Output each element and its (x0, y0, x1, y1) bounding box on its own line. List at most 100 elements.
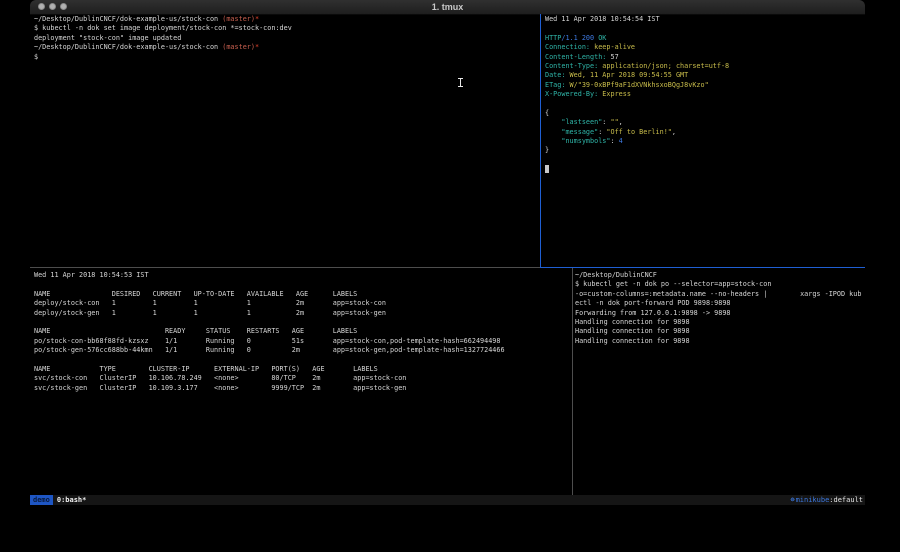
terminal-line: Forwarding from 127.0.0.1:9898 -> 9898 (575, 309, 863, 318)
terminal-line: deploy/stock-gen 1 1 1 1 2m app=stock-ge… (34, 309, 564, 318)
terminal-line: ectl -n dok port-forward POD 9898:9898 (575, 299, 863, 308)
terminal-line: NAME READY STATUS RESTARTS AGE LABELS (34, 327, 564, 336)
window-titlebar[interactable]: 1. tmux (30, 0, 865, 15)
terminal-line: $ (34, 53, 534, 62)
active-pane-border-vertical[interactable] (540, 14, 541, 267)
terminal-line: NAME DESIRED CURRENT UP-TO-DATE AVAILABL… (34, 290, 564, 299)
terminal-line: ~/Desktop/DublinCNCF/dok-example-us/stoc… (34, 43, 534, 52)
terminal-line: Handling connection for 9898 (575, 337, 863, 346)
pane-http-response-top-right[interactable]: Wed 11 Apr 2018 10:54:54 IST HTTP/1.1 200… (545, 15, 861, 265)
terminal-text-segment: deploy/stock-gen 1 1 1 1 2m app=stock-ge… (34, 309, 386, 317)
terminal-text-segment: Wed, 11 Apr 2018 09:54:55 GMT (565, 71, 688, 79)
terminal-line (545, 165, 861, 174)
terminal-text-segment: 4 (619, 137, 623, 145)
terminal-line (545, 24, 861, 33)
terminal-text-segment: keep-alive (590, 43, 635, 51)
pane-divider-vertical-bottom[interactable] (572, 268, 573, 495)
terminal-line (34, 280, 564, 289)
terminal-text-segment: Handling connection for 9898 (575, 318, 690, 326)
terminal-line: "lastseen": "", (545, 118, 861, 127)
terminal-text-segment: ~/Desktop/DublinCNCF/dok-example-us/stoc… (34, 15, 222, 23)
terminal-text-segment: po/stock-con-bb68f88fd-kzsxz 1/1 Running… (34, 337, 501, 345)
terminal-text-segment: * (255, 43, 259, 51)
terminal-text-segment: svc/stock-con ClusterIP 10.106.78.249 <n… (34, 374, 406, 382)
terminal-text-segment (545, 137, 561, 145)
block-cursor (545, 165, 549, 173)
terminal-text-segment: "lastseen" (561, 118, 602, 126)
terminal-text-segment: W/"39-0xBPf9aF1dXVNkhsxoBQgJ8vKzo" (565, 81, 708, 89)
terminal-line: NAME TYPE CLUSTER-IP EXTERNAL-IP PORT(S)… (34, 365, 564, 374)
kube-namespace-label: :default (829, 496, 863, 504)
terminal-line: Content-Length: 57 (545, 53, 861, 62)
terminal-line: Wed 11 Apr 2018 10:54:54 IST (545, 15, 861, 24)
terminal-text-segment: po/stock-gen-576cc688bb-44kmn 1/1 Runnin… (34, 346, 505, 354)
terminal-line (545, 100, 861, 109)
terminal-text-segment: (master) (222, 43, 255, 51)
terminal-text-segment: 57 (606, 53, 618, 61)
terminal-text-segment: ETag: (545, 81, 565, 89)
mouse-ibeam-cursor-icon (458, 78, 463, 87)
session-name-badge[interactable]: demo (30, 495, 53, 505)
terminal-line: po/stock-gen-576cc688bb-44kmn 1/1 Runnin… (34, 346, 564, 355)
terminal-text-segment: Content-Type: (545, 62, 598, 70)
terminal-line: Connection: keep-alive (545, 43, 861, 52)
terminal-line: deployment "stock-con" image updated (34, 34, 534, 43)
tmux-status-bar: demo 0:bash* ☸minikube:default (30, 495, 865, 505)
pane-shell-top-left[interactable]: ~/Desktop/DublinCNCF/dok-example-us/stoc… (34, 15, 534, 265)
terminal-text-segment: * (255, 15, 259, 23)
terminal-line: "message": "Off to Berlin!", (545, 128, 861, 137)
terminal-line: ~/Desktop/DublinCNCF/dok-example-us/stoc… (34, 15, 534, 24)
terminal-text-segment: Wed 11 Apr 2018 10:54:54 IST (545, 15, 660, 23)
terminal-text-segment: ectl -n dok port-forward POD 9898:9898 (575, 299, 731, 307)
terminal-line: HTTP/1.1 200 OK (545, 34, 861, 43)
terminal-line: $ kubectl -n dok set image deployment/st… (34, 24, 534, 33)
terminal-line: -o=custom-columns=:metadata.name --no-he… (575, 290, 863, 299)
terminal-text-segment: Content-Length: (545, 53, 606, 61)
terminal-line: X-Powered-By: Express (545, 90, 861, 99)
terminal-text-segment: Forwarding from 127.0.0.1:9898 -> 9898 (575, 309, 731, 317)
terminal-text-segment: HTTP (545, 34, 561, 42)
active-pane-border-horizontal[interactable] (540, 267, 865, 268)
terminal-window: 1. tmux ~/Desktop/DublinCNCF/dok-example… (30, 0, 865, 518)
pane-divider-horizontal-left[interactable] (30, 267, 540, 268)
window-tab-label[interactable]: 0:bash* (57, 495, 87, 505)
pane-kubectl-watch-bottom-left[interactable]: Wed 11 Apr 2018 10:54:53 IST NAME DESIRED… (34, 271, 564, 491)
terminal-line: Handling connection for 9898 (575, 327, 863, 336)
terminal-text-segment: Express (598, 90, 631, 98)
kube-context-label: minikube (796, 496, 830, 504)
terminal-text-segment: $ kubectl -n dok set image deployment/st… (34, 24, 292, 32)
terminal-text-segment: $ kubectl get -n dok po --selector=app=s… (575, 280, 771, 288)
pane-port-forward-bottom-right[interactable]: ~/Desktop/DublinCNCF$ kubectl get -n dok… (575, 271, 863, 491)
terminal-text-segment: (master) (222, 15, 255, 23)
terminal-text-segment: "message" (561, 128, 598, 136)
terminal-text-segment (545, 118, 561, 126)
terminal-text-segment: Wed 11 Apr 2018 10:54:53 IST (34, 271, 149, 279)
status-bar-spacer (86, 495, 790, 505)
terminal-line (545, 156, 861, 165)
terminal-text-segment: "" (610, 118, 618, 126)
terminal-line: Content-Type: application/json; charset=… (545, 62, 861, 71)
terminal-text-segment: : (610, 137, 618, 145)
terminal-text-segment: ~/Desktop/DublinCNCF (575, 271, 657, 279)
terminal-line: Handling connection for 9898 (575, 318, 863, 327)
terminal-line: { (545, 109, 861, 118)
terminal-line: $ kubectl get -n dok po --selector=app=s… (575, 280, 863, 289)
terminal-line (34, 318, 564, 327)
terminal-text-segment: deploy/stock-con 1 1 1 1 2m app=stock-co… (34, 299, 386, 307)
terminal-line: svc/stock-con ClusterIP 10.106.78.249 <n… (34, 374, 564, 383)
terminal-text-segment: /1.1 200 (561, 34, 594, 42)
terminal-text-segment: svc/stock-gen ClusterIP 10.109.3.177 <no… (34, 384, 406, 392)
terminal-line: Date: Wed, 11 Apr 2018 09:54:55 GMT (545, 71, 861, 80)
terminal-text-segment: , (672, 128, 676, 136)
terminal-text-segment: Handling connection for 9898 (575, 337, 690, 345)
terminal-text-segment: ~/Desktop/DublinCNCF/dok-example-us/stoc… (34, 43, 222, 51)
terminal-line: Wed 11 Apr 2018 10:54:53 IST (34, 271, 564, 280)
terminal-line: ~/Desktop/DublinCNCF (575, 271, 863, 280)
terminal-text-segment: Connection: (545, 43, 590, 51)
window-title: 1. tmux (30, 0, 865, 14)
terminal-text-segment: $ (34, 53, 38, 61)
terminal-text-segment: NAME DESIRED CURRENT UP-TO-DATE AVAILABL… (34, 290, 357, 298)
terminal-text-segment: NAME TYPE CLUSTER-IP EXTERNAL-IP PORT(S)… (34, 365, 378, 373)
terminal-text-segment: Handling connection for 9898 (575, 327, 690, 335)
terminal-text-segment: { (545, 109, 549, 117)
